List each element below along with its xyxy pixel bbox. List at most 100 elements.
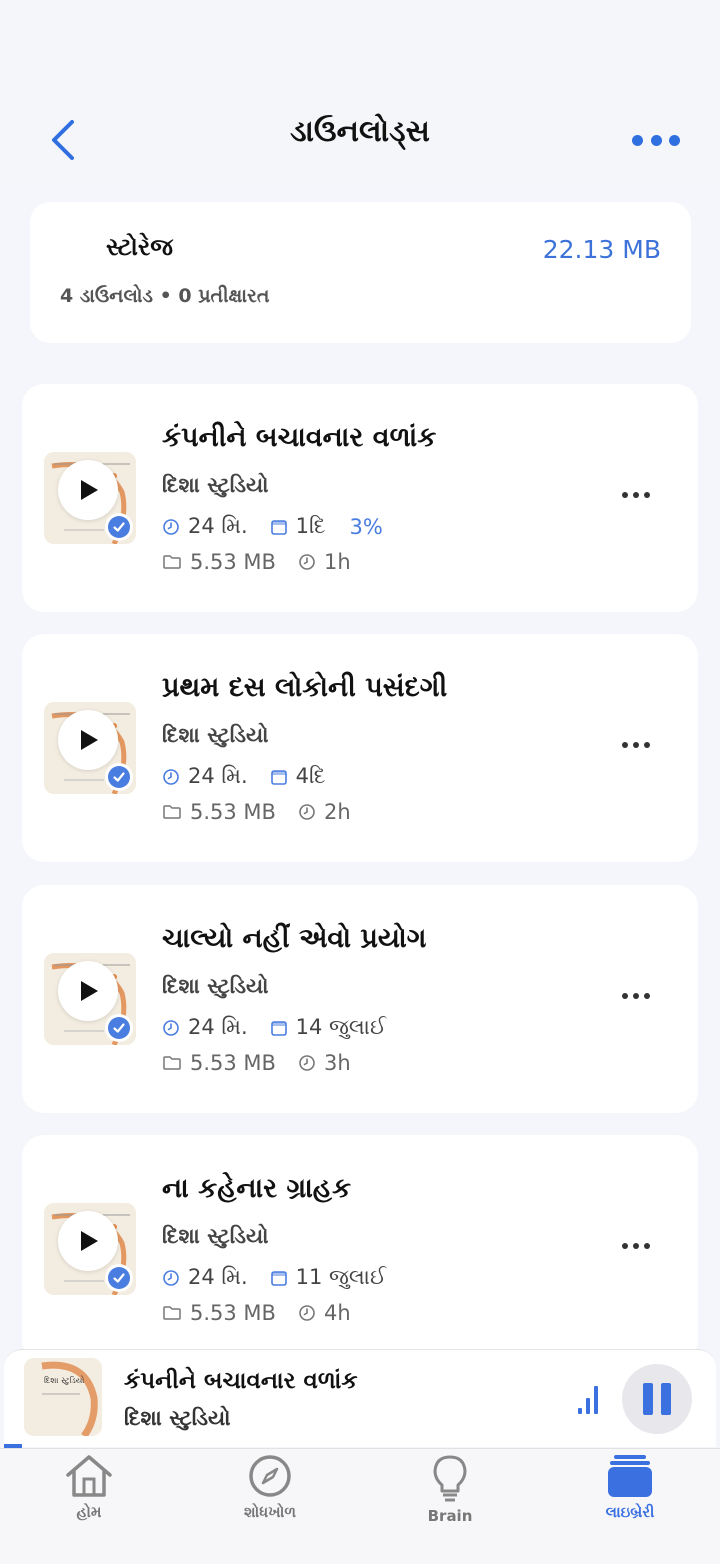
top-header: ડાઉનલોડ્સ — [0, 0, 720, 185]
episode-size: 5.53 MB — [190, 800, 276, 824]
more-dot — [622, 1243, 628, 1249]
episode-file-info: 5.53 MB 3h — [162, 1051, 351, 1075]
episode-size: 5.53 MB — [190, 1051, 276, 1075]
download-item[interactable]: ના કહેનાર ગ્રાહક દિશા સ્ટુડિયો 24 મિ. 11… — [22, 1135, 698, 1363]
audio-bars-icon — [578, 1386, 598, 1414]
episode-duration: 24 મિ. — [188, 1265, 248, 1289]
play-button[interactable] — [58, 961, 118, 1021]
home-icon — [66, 1455, 112, 1497]
play-icon — [81, 480, 98, 500]
play-button[interactable] — [58, 1211, 118, 1271]
clock-icon — [163, 1269, 179, 1286]
clock-icon — [299, 1055, 315, 1071]
downloaded-badge — [105, 1014, 133, 1042]
more-dot — [622, 492, 628, 498]
pause-icon — [661, 1383, 671, 1415]
now-playing-author: દિશા સ્ટુડિયો — [124, 1406, 231, 1430]
episode-duration: 24 મિ. — [188, 764, 248, 788]
episode-duration: 24 મિ. — [188, 1015, 248, 1039]
episode-meta: 24 મિ. 4દિ — [162, 764, 326, 789]
episode-meta: 24 મિ. 1દિ 3% — [162, 514, 383, 539]
checkmark-icon — [113, 522, 125, 532]
folder-icon — [163, 1056, 181, 1070]
more-dot — [644, 742, 650, 748]
download-item[interactable]: પ્રથમ દસ લોકોની પસંદગી દિશા સ્ટુડિયો 24 … — [22, 634, 698, 862]
more-dot — [650, 134, 662, 146]
download-age: 3h — [323, 1051, 351, 1075]
item-more-button[interactable] — [622, 993, 650, 1001]
folder-icon — [163, 555, 181, 569]
clock-icon — [163, 1019, 179, 1036]
lightbulb-icon — [433, 1455, 467, 1502]
compass-icon — [249, 1455, 291, 1497]
mini-player-thumbnail: દિશા સ્ટુડિયો — [24, 1358, 102, 1436]
play-icon — [81, 1231, 98, 1251]
tab-bar: હોમ શોધખોળ Brain લાઇબ્રેરી — [0, 1448, 720, 1564]
item-more-button[interactable] — [622, 1243, 650, 1251]
more-dot — [633, 1243, 639, 1249]
clock-icon — [299, 804, 315, 820]
progress-percent: 3% — [349, 514, 383, 539]
pause-icon — [643, 1383, 653, 1415]
play-button[interactable] — [58, 710, 118, 770]
episode-size: 5.53 MB — [190, 1301, 276, 1325]
calendar-icon — [270, 519, 287, 535]
tab-label: શોધખોળ — [243, 1503, 297, 1521]
play-icon — [81, 981, 98, 1001]
episode-file-info: 5.53 MB 2h — [162, 800, 351, 824]
calendar-icon — [270, 1270, 287, 1286]
episode-title: ચાલ્યો નહીં એવો પ્રયોગ — [162, 923, 427, 954]
episode-file-info: 5.53 MB 4h — [162, 1301, 351, 1325]
episode-author: દિશા સ્ટુડિયો — [162, 473, 269, 497]
episode-date: 1દિ — [295, 514, 326, 538]
pause-button[interactable] — [622, 1364, 692, 1434]
episode-title: કંપનીને બચાવનાર વળાંક — [162, 422, 437, 453]
page-title: ડાઉનલોડ્સ — [290, 114, 430, 149]
storage-card — [30, 202, 691, 464]
clock-icon — [163, 518, 179, 535]
download-item[interactable]: ચાલ્યો નહીં એવો પ્રયોગ દિશા સ્ટુડિયો 24 … — [22, 885, 698, 1113]
folder-icon — [163, 1306, 181, 1320]
calendar-icon — [270, 769, 287, 785]
more-dot — [644, 993, 650, 999]
episode-author: દિશા સ્ટુડિયો — [162, 723, 269, 747]
more-dot — [622, 993, 628, 999]
tab-label: Brain — [427, 1507, 473, 1525]
downloaded-badge — [105, 513, 133, 541]
download-age: 1h — [323, 550, 351, 574]
play-button[interactable] — [58, 460, 118, 520]
tab-library[interactable]: લાઇબ્રેરી — [570, 1453, 690, 1521]
episode-duration: 24 મિ. — [188, 514, 248, 538]
more-dot — [622, 742, 628, 748]
mini-player[interactable]: દિશા સ્ટુડિયો કંપનીને બચાવનાર વળાંક દિશા… — [4, 1349, 716, 1447]
play-icon — [81, 730, 98, 750]
tab-label: હોમ — [76, 1503, 102, 1521]
more-options-button[interactable] — [632, 126, 680, 154]
download-age: 4h — [323, 1301, 351, 1325]
now-playing-title: કંપનીને બચાવનાર વળાંક — [124, 1368, 358, 1394]
more-dot — [632, 134, 643, 146]
tab-explore[interactable]: શોધખોળ — [210, 1453, 330, 1521]
downloaded-badge — [105, 763, 133, 791]
library-icon — [608, 1455, 652, 1497]
episode-title: ના કહેનાર ગ્રાહક — [162, 1173, 352, 1204]
downloaded-badge — [105, 1264, 133, 1292]
calendar-icon — [270, 1020, 287, 1036]
tab-home[interactable]: હોમ — [29, 1453, 149, 1521]
mini-thumbnail-label: દિશા સ્ટુડિયો — [44, 1376, 85, 1385]
download-item[interactable]: કંપનીને બચાવનાર વળાંક દિશા સ્ટુડિયો 24 મ… — [22, 384, 698, 612]
episode-size: 5.53 MB — [190, 550, 276, 574]
episode-date: 11 જુલાઈ — [295, 1265, 387, 1289]
episode-title: પ્રથમ દસ લોકોની પસંદગી — [162, 672, 448, 703]
tab-brain[interactable]: Brain — [390, 1453, 510, 1525]
item-more-button[interactable] — [622, 742, 650, 750]
episode-date: 14 જુલાઈ — [295, 1015, 387, 1039]
more-dot — [633, 993, 639, 999]
item-more-button[interactable] — [622, 492, 650, 500]
more-dot — [633, 742, 639, 748]
episode-author: દિશા સ્ટુડિયો — [162, 1224, 269, 1248]
storage-label: સ્ટોરેજ — [106, 233, 173, 261]
storage-size: 22.13 MB — [542, 235, 661, 264]
more-dot — [644, 1243, 650, 1249]
checkmark-icon — [113, 1023, 125, 1033]
